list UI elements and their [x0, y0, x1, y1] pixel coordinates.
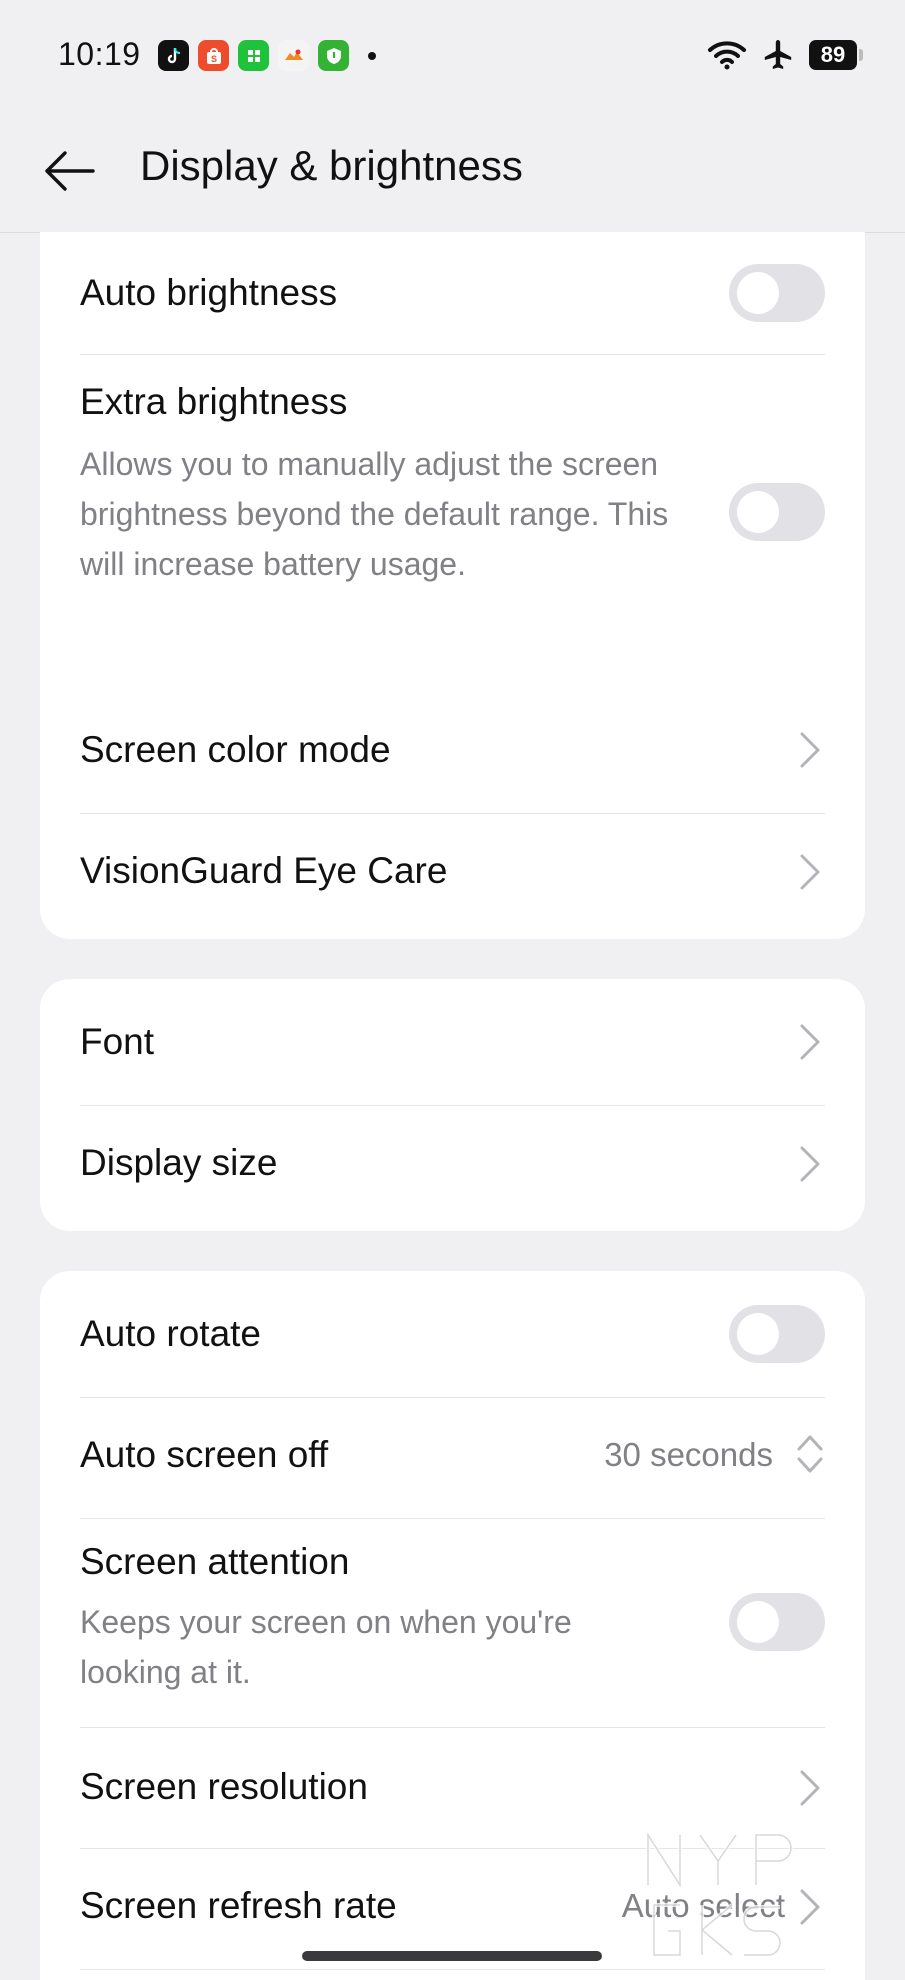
auto-screen-off-label: Auto screen off [80, 1434, 329, 1475]
font-label: Font [80, 1021, 155, 1062]
font-row[interactable]: Font [80, 979, 825, 1105]
settings-list[interactable]: Auto brightness Extra brightness Allows … [0, 232, 905, 1980]
screen-resolution-label: Screen resolution [80, 1766, 368, 1807]
screen-attention-toggle[interactable] [729, 1593, 825, 1651]
auto-rotate-toggle[interactable] [729, 1305, 825, 1363]
auto-brightness-row[interactable]: Auto brightness [80, 232, 825, 354]
game-icon [278, 40, 309, 71]
auto-rotate-row[interactable]: Auto rotate [80, 1271, 825, 1397]
app-header: Display & brightness [0, 110, 905, 233]
notification-icons: S [158, 40, 376, 71]
chevron-right-icon [800, 1770, 820, 1806]
auto-screen-off-value: 30 seconds [604, 1436, 773, 1473]
chevron-right-icon [800, 732, 820, 768]
extra-brightness-row[interactable]: Extra brightness Allows you to manually … [80, 355, 825, 582]
chevron-right-icon [800, 1024, 820, 1060]
shopee-icon: S [198, 40, 229, 71]
screen-attention-label: Screen attention [80, 1541, 350, 1582]
battery-icon: 89 [809, 40, 863, 70]
airplane-icon [764, 40, 792, 69]
screen-attention-description: Keeps your screen on when you're looking… [80, 1604, 572, 1690]
back-button[interactable] [38, 140, 100, 202]
chevron-right-icon [800, 1146, 820, 1182]
auto-brightness-toggle[interactable] [729, 264, 825, 322]
color-card: Screen color mode VisionGuard Eye Care [40, 687, 865, 939]
status-bar: 10:19 S 89 [0, 0, 905, 110]
auto-screen-off-row[interactable]: Auto screen off 30 seconds [80, 1398, 825, 1518]
visionguard-label: VisionGuard Eye Care [80, 850, 448, 891]
extra-brightness-description: Allows you to manually adjust the screen… [80, 446, 669, 582]
screen-refresh-rate-label: Screen refresh rate [80, 1885, 397, 1926]
page-title: Display & brightness [140, 142, 523, 189]
more-notifications-dot [368, 51, 376, 60]
screen-attention-row[interactable]: Screen attention Keeps your screen on wh… [80, 1519, 825, 1727]
font-card: Font Display size [40, 979, 865, 1231]
chevron-right-icon [800, 854, 820, 890]
status-time: 10:19 [58, 36, 141, 72]
display-size-label: Display size [80, 1142, 278, 1183]
battery-level: 89 [820, 42, 846, 67]
extra-brightness-toggle[interactable] [729, 483, 825, 541]
auto-rotate-label: Auto rotate [80, 1313, 262, 1354]
svg-text:S: S [210, 54, 216, 64]
up-down-chevron-icon [797, 1435, 823, 1473]
extra-brightness-label: Extra brightness [80, 381, 348, 422]
screen-color-mode-row[interactable]: Screen color mode [80, 687, 825, 813]
divider [80, 1969, 825, 1970]
nypgks-watermark-logo [646, 1828, 793, 1957]
auto-brightness-label: Auto brightness [80, 272, 338, 313]
screen-color-mode-label: Screen color mode [80, 729, 391, 770]
grid-app-icon [238, 40, 269, 71]
visionguard-row[interactable]: VisionGuard Eye Care [80, 814, 825, 939]
display-size-row[interactable]: Display size [80, 1106, 825, 1231]
system-icons: 89 [707, 38, 863, 72]
tiktok-icon [158, 40, 189, 71]
shield-app-icon [318, 40, 349, 71]
back-arrow-icon [45, 151, 95, 191]
wifi-icon [708, 41, 746, 70]
home-indicator[interactable] [302, 1951, 602, 1961]
